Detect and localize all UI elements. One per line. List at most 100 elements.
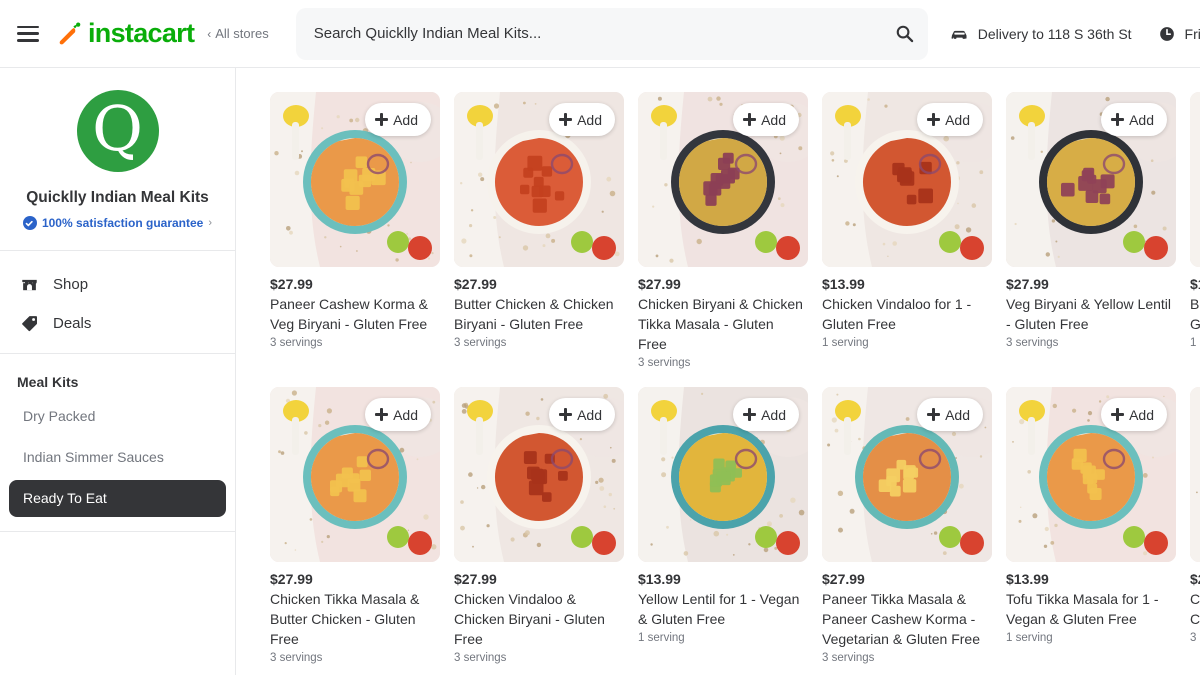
plus-icon: [375, 408, 389, 422]
header-meta: Delivery to 118 S 36th St Friday, 1: [950, 24, 1200, 43]
add-to-cart-label: Add: [1129, 406, 1154, 423]
product-servings: 3 servings: [822, 652, 875, 665]
product-card[interactable]: Add $13.99 Butter Chicken for 1 - Gluten F…: [1190, 92, 1200, 369]
search-button[interactable]: [882, 8, 928, 60]
product-price: $27.99: [270, 571, 313, 588]
product-price: $27.99: [1190, 571, 1200, 588]
sidebar-divider: [0, 530, 235, 532]
sidebar-item-deals[interactable]: Deals: [0, 304, 235, 343]
product-card[interactable]: Add $27.99 Veg Biryani & Yellow Lentil - G…: [1006, 92, 1176, 369]
add-to-cart-label: Add: [761, 111, 786, 128]
chevron-right-icon: ›: [208, 217, 213, 230]
product-name: Chicken Tikka Masala & Butter Chicken - …: [270, 591, 420, 648]
product-card[interactable]: Add $13.99 Chicken Vindaloo for 1 - Gluten…: [822, 92, 992, 369]
add-to-cart-button[interactable]: Add: [1101, 103, 1167, 136]
plus-icon: [927, 113, 941, 126]
sidebar-item-dry-packed[interactable]: Dry Packed: [9, 398, 226, 435]
storefront-icon: [22, 280, 37, 291]
product-image[interactable]: Add: [454, 387, 624, 563]
add-to-cart-button[interactable]: Add: [733, 398, 799, 432]
add-to-cart-label: Add: [393, 111, 418, 128]
product-grid-area: Add $27.99 Paneer Cashew Korma & Veg Birya…: [236, 68, 1200, 675]
store-header: Q Quicklly Indian Meal Kits 100% satisfa…: [0, 68, 235, 252]
product-card[interactable]: Add $13.99 Tofu Tikka Masala for 1 - Vegan…: [1006, 387, 1176, 664]
product-card[interactable]: Add $27.99 Paneer Cashew Korma & Veg Birya…: [270, 92, 440, 369]
add-to-cart-button[interactable]: Add: [365, 103, 431, 136]
product-image[interactable]: Add: [822, 92, 992, 267]
instacart-wordmark: instacart: [88, 18, 195, 48]
product-image[interactable]: Add: [1006, 92, 1176, 267]
product-servings: 3 servings: [454, 337, 507, 350]
add-to-cart-button[interactable]: Add: [733, 103, 799, 136]
product-image[interactable]: Add: [1006, 387, 1176, 563]
top-header: instacart ‹ All stores Delivery to 118 S…: [0, 0, 1200, 68]
sidebar-item-indian-simmer-sauces[interactable]: Indian Simmer Sauces: [9, 439, 226, 476]
delivery-address-button[interactable]: Delivery to 118 S 36th St: [950, 24, 1132, 43]
search-input[interactable]: [295, 25, 882, 42]
product-price: $27.99: [454, 571, 497, 588]
plus-icon: [1111, 113, 1125, 126]
product-servings: 1 serving: [822, 337, 869, 350]
add-to-cart-label: Add: [945, 111, 970, 128]
product-image[interactable]: Add: [822, 387, 992, 563]
sidebar-nav: Shop Deals: [0, 251, 235, 355]
product-image[interactable]: Add: [1190, 92, 1200, 267]
product-card[interactable]: Add $27.99 Chicken Biryani & Butter Chicke…: [1190, 387, 1200, 664]
add-to-cart-button[interactable]: Add: [549, 103, 615, 136]
add-to-cart-button[interactable]: Add: [549, 398, 615, 432]
plus-icon: [375, 113, 389, 126]
product-name: Veg Biryani & Yellow Lentil - Gluten Fre…: [1006, 296, 1171, 333]
product-card[interactable]: Add $27.99 Butter Chicken & Chicken Biryan…: [454, 92, 624, 369]
tag-icon: [22, 316, 38, 332]
product-servings: 3 servings: [1190, 632, 1200, 645]
all-stores-link[interactable]: ‹ All stores: [207, 26, 268, 41]
verified-check-icon: [22, 216, 37, 231]
plus-icon: [1111, 408, 1125, 422]
product-price: $27.99: [270, 276, 313, 292]
product-name: Chicken Biryani & Butter Chicken - Glute…: [1190, 591, 1200, 628]
store-logo-letter: Q: [92, 92, 143, 165]
delivery-time-label: Friday, 1: [1184, 25, 1200, 42]
sidebar-item-shop[interactable]: Shop: [0, 265, 235, 304]
product-card[interactable]: Add $27.99 Paneer Tikka Masala & Paneer Ca…: [822, 387, 992, 664]
search-bar[interactable]: [295, 7, 928, 60]
product-name: Paneer Tikka Masala & Paneer Cashew Korm…: [822, 591, 980, 648]
add-to-cart-label: Add: [577, 406, 602, 423]
instacart-logo[interactable]: instacart: [57, 18, 195, 48]
satisfaction-guarantee-link[interactable]: 100% satisfaction guarantee ›: [12, 216, 223, 231]
product-image[interactable]: Add: [270, 387, 440, 563]
product-servings: 3 servings: [270, 337, 323, 350]
product-grid: Add $27.99 Paneer Cashew Korma & Veg Birya…: [270, 92, 1200, 675]
store-name: Quicklly Indian Meal Kits: [26, 189, 209, 206]
product-price: $13.99: [638, 571, 681, 588]
add-to-cart-button[interactable]: Add: [917, 103, 983, 136]
hamburger-menu-icon[interactable]: [17, 25, 39, 42]
product-card[interactable]: Add $27.99 Chicken Biryani & Chicken Tikka…: [638, 92, 808, 369]
delivery-time-button[interactable]: Friday, 1: [1158, 25, 1200, 43]
delivery-address-label: Delivery to 118 S 36th St: [977, 25, 1132, 42]
product-image[interactable]: Add: [270, 92, 440, 267]
sidebar-section-title: Meal Kits: [17, 374, 79, 391]
delivery-car-icon: [951, 30, 967, 39]
product-card[interactable]: Add $27.99 Chicken Vindaloo & Chicken Biry…: [454, 387, 624, 664]
product-servings: 1 serving: [1006, 632, 1053, 645]
product-servings: 3 servings: [270, 652, 323, 665]
product-servings: 3 servings: [638, 357, 691, 370]
product-image[interactable]: Add: [454, 92, 624, 267]
product-card[interactable]: Add $27.99 Chicken Tikka Masala & Butter C…: [270, 387, 440, 664]
product-name: Tofu Tikka Masala for 1 - Vegan & Gluten…: [1006, 591, 1159, 628]
product-servings: 1 serving: [638, 632, 685, 645]
product-price: $27.99: [638, 276, 681, 292]
add-to-cart-button[interactable]: Add: [917, 398, 983, 432]
product-name: Chicken Vindaloo & Chicken Biryani - Glu…: [454, 591, 605, 648]
product-servings: 1 serving: [1190, 337, 1200, 350]
product-image[interactable]: Add: [638, 92, 808, 267]
add-to-cart-button[interactable]: Add: [365, 398, 431, 432]
product-image[interactable]: Add: [638, 387, 808, 563]
sidebar-item-ready-to-eat[interactable]: Ready To Eat: [9, 479, 226, 517]
product-image[interactable]: Add: [1190, 387, 1200, 563]
plus-icon: [743, 113, 757, 126]
search-icon: [896, 25, 914, 43]
product-card[interactable]: Add $13.99 Yellow Lentil for 1 - Vegan & G…: [638, 387, 808, 664]
add-to-cart-button[interactable]: Add: [1101, 398, 1167, 432]
